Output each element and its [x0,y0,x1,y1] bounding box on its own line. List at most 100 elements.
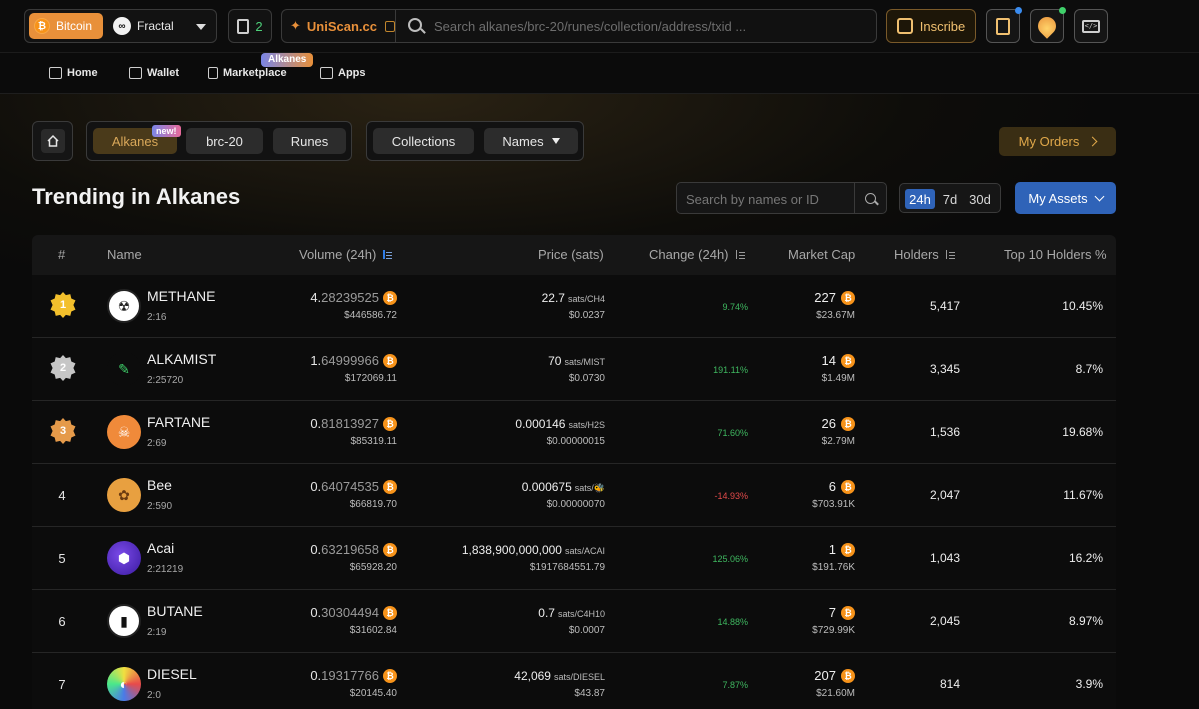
period-30d[interactable]: 30d [965,189,995,209]
collection-tabs: Collections Names [366,121,584,161]
network-bitcoin-button[interactable]: ₿ Bitcoin [29,13,103,39]
period-selector: 24h 7d 30d [899,183,1001,213]
edit-icon [896,18,913,34]
market-cap-value: 7 [828,605,836,620]
volume-btc: 0.30304494 ₿ [310,605,397,620]
tab-brc20[interactable]: brc-20 [186,128,263,154]
header-volume[interactable]: Volume (24h) [299,247,393,262]
table-row[interactable]: 7 ◐ DIESEL 2:0 0.19317766 ₿ $20145.40 42… [32,653,1116,709]
pending-transactions-button[interactable]: 2 [228,9,272,43]
nav-apps[interactable]: Apps [320,65,366,81]
header-volume-label: Volume (24h) [299,247,377,262]
header-change[interactable]: Change (24h) [649,247,745,262]
external-link-icon [385,20,395,32]
table-row[interactable]: 4 ✿ Bee 2:590 0.64074535 ₿ $66819.70 0.0… [32,464,1116,527]
token-avatar: ☢ [107,289,141,323]
my-assets-button[interactable]: My Assets [1015,182,1116,214]
token-name[interactable]: ALKAMIST [147,351,216,367]
uniscan-link[interactable]: ✦ UniScan.cc [282,10,396,42]
my-orders-button[interactable]: My Orders [999,127,1116,156]
market-cap-usd: $2.79M [821,436,855,447]
token-search [676,182,887,214]
holders-count: 2,045 [929,614,960,628]
token-id: 2:69 [147,438,167,449]
volume-dec: 64074535 [321,479,379,494]
network-switcher[interactable]: ₿ Bitcoin ∞ Fractal [24,9,217,43]
uniscan-logo-icon: ✦ [290,18,301,33]
home-button[interactable] [32,121,73,161]
notification-dot [1015,7,1022,14]
header-holders[interactable]: Holders [894,247,955,262]
market-cap-btc: 6 ₿ [829,479,855,494]
token-name[interactable]: Acai [147,540,174,556]
table-row[interactable]: 5 ⬢ Acai 2:21219 0.63219658 ₿ $65928.20 … [32,527,1116,590]
market-cap-btc: 14 ₿ [822,353,855,368]
network-fractal-label: Fractal [137,19,174,33]
period-7d[interactable]: 7d [939,189,961,209]
rank-medal-icon: 3 [50,418,76,444]
table-row[interactable]: 2 ✎ ALKAMIST 2:25720 1.64999966 ₿ $17206… [32,338,1116,401]
token-name[interactable]: DIESEL [147,666,197,682]
developer-button[interactable]: </> [1074,9,1108,43]
price-sats: 22.7 sats/CH4 [542,291,605,305]
new-badge: new! [152,125,181,137]
wallet-drop-button[interactable] [1030,7,1066,43]
token-name[interactable]: BUTANE [147,603,203,619]
bitcoin-icon: ₿ [34,18,50,34]
period-24h[interactable]: 24h [905,189,935,209]
token-name[interactable]: Bee [147,477,172,493]
nav-wallet[interactable]: Wallet [129,65,179,81]
token-search-input[interactable] [686,190,846,208]
price-value: 0.7 [538,606,555,620]
price-unit: sats/🐝 [574,483,605,493]
volume-btc: 0.19317766 ₿ [310,668,397,683]
nav-home[interactable]: Home [49,65,98,81]
token-avatar: ◐ [107,667,141,701]
inscribe-button[interactable]: Inscribe [886,9,976,43]
token-search-button[interactable] [854,183,886,213]
token-name[interactable]: FARTANE [147,414,210,430]
change-24h: 7.87% [722,680,748,690]
nav-marketplace[interactable]: Marketplace [208,65,287,81]
wallet-icon [129,67,142,79]
price-value: 42,069 [514,669,551,683]
price-value: 0.000675 [521,480,572,494]
global-search-input[interactable] [434,16,864,36]
market-cap-usd: $21.60M [816,688,855,699]
change-24h: 191.11% [713,365,748,375]
table-row[interactable]: 3 ☠ FARTANE 2:69 0.81813927 ₿ $85319.11 … [32,401,1116,464]
token-avatar: ☠ [107,415,141,449]
volume-dec: 81813927 [321,416,379,431]
table-row[interactable]: 6 ▮ BUTANE 2:19 0.30304494 ₿ $31602.84 0… [32,590,1116,653]
home-icon [49,67,62,79]
rank-number: 6 [58,614,66,629]
tab-names-label: Names [502,133,544,149]
volume-btc: 0.64074535 ₿ [310,479,397,494]
rank-number: 7 [58,677,66,692]
price-unit: sats/ACAI [564,546,605,556]
token-avatar: ⬢ [107,541,141,575]
rank-number: 5 [58,551,66,566]
tab-runes[interactable]: Runes [273,128,346,154]
rank-medal-icon: 2 [50,355,76,381]
tab-names[interactable]: Names [484,128,578,154]
table-row[interactable]: 1 ☢ METHANE 2:16 4.28239525 ₿ $446586.72… [32,275,1116,338]
network-fractal-button[interactable]: ∞ Fractal [113,13,174,39]
volume-dec: 64999966 [321,353,379,368]
volume-usd: $85319.11 [350,436,397,447]
price-usd: $0.00000015 [546,436,605,447]
price-sats: 0.000675 sats/🐝 [522,480,605,494]
drop-icon [1034,13,1060,39]
search-icon [865,192,876,204]
network-bitcoin-label: Bitcoin [56,19,93,33]
token-name[interactable]: METHANE [147,288,215,304]
clipboard-button[interactable] [986,7,1022,43]
chevron-down-icon[interactable] [196,24,206,30]
rank-number: 4 [58,488,66,503]
table-body: 1 ☢ METHANE 2:16 4.28239525 ₿ $446586.72… [32,275,1116,709]
status-dot [1059,7,1066,14]
tab-collections[interactable]: Collections [373,128,474,154]
market-cap-btc: 26 ₿ [822,416,855,431]
bitcoin-icon: ₿ [841,290,855,305]
token-avatar: ✎ [107,352,141,386]
